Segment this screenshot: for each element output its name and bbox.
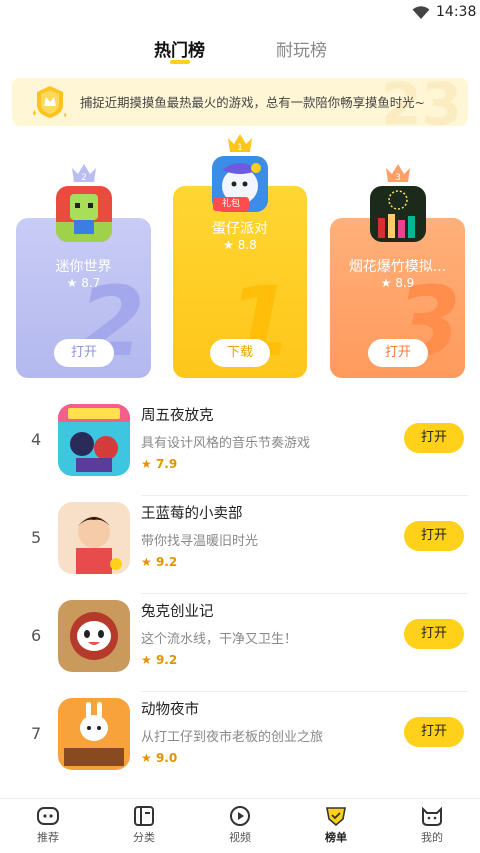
- nav-label: 榜单: [325, 831, 347, 844]
- status-time: 14:38: [436, 4, 477, 20]
- ranking-tabs: 热门榜 耐玩榜: [0, 36, 480, 76]
- game-icon-fireworks-simulator[interactable]: [370, 186, 426, 242]
- rank-number: 4: [31, 430, 42, 449]
- rank-number: 5: [31, 528, 42, 547]
- list-item[interactable]: 4 周五夜放克 具有设计风格的音乐节奏游戏 ★ 7.9 打开: [0, 398, 480, 496]
- bronze-crown-icon: 3: [386, 164, 410, 183]
- nav-ranking[interactable]: 榜单: [306, 805, 366, 845]
- nav-label: 分类: [133, 831, 155, 844]
- game-rating: ★ 9.0: [141, 751, 178, 765]
- active-tab-indicator: [170, 60, 190, 64]
- game-icon-wang-blueberry-shop[interactable]: [58, 502, 130, 574]
- svg-text:1: 1: [237, 143, 243, 153]
- game-description: 这个流水线，干净又卫生！: [141, 632, 298, 647]
- game-rating: ★ 8.7: [66, 276, 101, 290]
- game-name: 迷你世界: [55, 259, 112, 275]
- game-title: 王蓝莓的小卖部: [141, 506, 243, 522]
- profile-cat-icon: [422, 806, 442, 826]
- list-item[interactable]: 6 兔克创业记 这个流水线，干净又卫生！ ★ 9.2 打开: [0, 594, 480, 692]
- game-rating: ★ 9.2: [141, 653, 178, 667]
- game-description: 带你找寻温暖旧时光: [141, 534, 259, 549]
- game-name: 烟花爆竹模拟...: [348, 259, 447, 275]
- game-rating: ★ 9.2: [141, 555, 178, 569]
- tab-long-play-ranking[interactable]: 耐玩榜: [276, 36, 327, 61]
- game-title: 兔克创业记: [141, 604, 214, 620]
- category-icon: [134, 806, 154, 826]
- game-rating: ★ 8.9: [380, 276, 415, 290]
- open-button[interactable]: 打开: [368, 339, 428, 367]
- gift-pack-tag: 礼包: [213, 197, 249, 211]
- svg-text:3: 3: [395, 173, 401, 183]
- game-title: 周五夜放克: [141, 408, 214, 424]
- game-rating: ★ 7.9: [141, 457, 178, 471]
- svg-text:2: 2: [81, 173, 87, 183]
- open-button[interactable]: 打开: [404, 619, 464, 649]
- ranking-banner: 23 捕捉近期摸摸鱼最热最火的游戏，总有一款陪你畅享摸鱼时光~: [12, 78, 468, 126]
- game-description: 具有设计风格的音乐节奏游戏: [141, 436, 311, 451]
- game-name: 蛋仔派对: [212, 221, 268, 237]
- nav-category[interactable]: 分类: [114, 805, 174, 845]
- open-button[interactable]: 打开: [404, 521, 464, 551]
- wifi-icon: [412, 6, 430, 19]
- nav-video[interactable]: 视频: [210, 805, 270, 845]
- trophy-badge-icon: [33, 86, 67, 118]
- gamepad-icon: [37, 807, 59, 825]
- list-item[interactable]: 5 王蓝莓的小卖部 带你找寻温暖旧时光 ★ 9.2 打开: [0, 496, 480, 594]
- ranking-icon: [326, 807, 346, 827]
- tab-hot-ranking[interactable]: 热门榜: [154, 36, 205, 61]
- nav-label: 视频: [229, 831, 251, 844]
- game-description: 从打工仔到夜市老板的创业之旅: [141, 730, 324, 745]
- game-icon-animal-night-market[interactable]: [58, 698, 130, 770]
- podium-card-rank-2[interactable]: 2 迷你世界 ★ 8.7 打开: [16, 218, 151, 378]
- game-icon-tuke-startup[interactable]: [58, 600, 130, 672]
- download-button[interactable]: 下载: [210, 339, 270, 367]
- nav-label: 我的: [421, 831, 443, 844]
- open-button[interactable]: 打开: [404, 423, 464, 453]
- open-button[interactable]: 打开: [404, 717, 464, 747]
- rank-number: 6: [31, 626, 42, 645]
- game-icon-mini-world[interactable]: [56, 186, 112, 242]
- status-bar: 14:38: [0, 0, 480, 26]
- nav-profile[interactable]: 我的: [402, 805, 462, 845]
- silver-crown-icon: 2: [72, 164, 96, 183]
- game-title: 动物夜市: [141, 702, 199, 718]
- podium-card-rank-1[interactable]: 1 蛋仔派对 ★ 8.8 下载: [173, 186, 307, 378]
- rank-number: 7: [31, 724, 42, 743]
- video-icon: [230, 806, 250, 826]
- banner-text: 捕捉近期摸摸鱼最热最火的游戏，总有一款陪你畅享摸鱼时光~: [80, 95, 425, 110]
- podium-card-rank-3[interactable]: 3 烟花爆竹模拟... ★ 8.9 打开: [330, 218, 465, 378]
- game-icon-friday-night-funkin[interactable]: [58, 404, 130, 476]
- nav-label: 推荐: [37, 831, 59, 844]
- open-button[interactable]: 打开: [54, 339, 114, 367]
- game-rating: ★ 8.8: [223, 238, 257, 252]
- nav-recommend[interactable]: 推荐: [18, 805, 78, 845]
- list-item[interactable]: 7 动物夜市 从打工仔到夜市老板的创业之旅 ★ 9.0 打开: [0, 692, 480, 790]
- bottom-navigation: 推荐 分类 视频 榜单 我的: [0, 798, 480, 853]
- gold-crown-icon: 1: [228, 134, 252, 153]
